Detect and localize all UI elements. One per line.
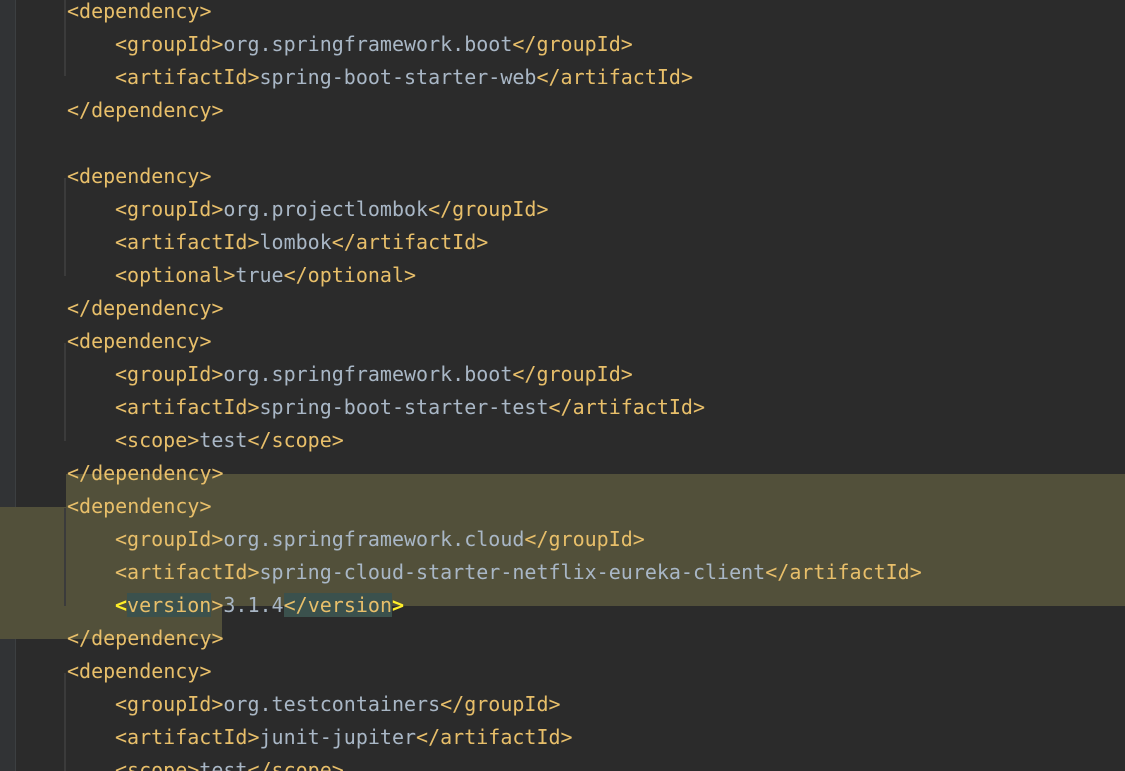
xml-open-tag: </dependency> bbox=[67, 296, 224, 320]
code-line[interactable]: <scope>test</scope> bbox=[115, 424, 344, 457]
xml-text-value: 3.1.4 bbox=[223, 593, 284, 617]
code-line[interactable]: <dependency> bbox=[67, 655, 212, 688]
xml-text-value: junit-jupiter bbox=[259, 725, 417, 749]
indent-guide bbox=[64, 343, 66, 441]
xml-open-tag: </dependency> bbox=[67, 461, 224, 485]
xml-text-value: spring-boot-starter-web bbox=[259, 65, 537, 89]
xml-close-tag: </scope> bbox=[247, 758, 344, 771]
xml-close-tag: </groupId> bbox=[524, 527, 645, 551]
xml-close-tag: </groupId> bbox=[428, 197, 549, 221]
xml-close-tag: </groupId> bbox=[512, 32, 633, 56]
code-line[interactable]: <groupId>org.springframework.boot</group… bbox=[115, 28, 633, 61]
code-line[interactable]: <version>3.1.4</version> bbox=[115, 589, 404, 622]
xml-open-tag: <dependency> bbox=[67, 0, 212, 23]
xml-open-tag: <artifactId> bbox=[115, 230, 260, 254]
code-line[interactable]: <optional>true</optional> bbox=[115, 259, 416, 292]
xml-open-tag: <groupId> bbox=[115, 197, 224, 221]
xml-open-tag: </dependency> bbox=[67, 626, 224, 650]
code-line[interactable]: <artifactId>junit-jupiter</artifactId> bbox=[115, 721, 573, 754]
xml-open-tag: <dependency> bbox=[67, 329, 212, 353]
xml-open-tag: <artifactId> bbox=[115, 725, 260, 749]
xml-open-tag: <dependency> bbox=[67, 494, 212, 518]
xml-open-tag: <groupId> bbox=[115, 362, 224, 386]
editor-gutter[interactable] bbox=[0, 0, 16, 771]
indent-guide bbox=[64, 673, 66, 771]
xml-open-tag: <version> bbox=[115, 593, 224, 617]
xml-open-tag: <scope> bbox=[115, 758, 200, 771]
indent-guide bbox=[64, 178, 66, 276]
xml-text-value: org.testcontainers bbox=[223, 692, 441, 716]
indent-guide bbox=[64, 0, 66, 76]
xml-close-tag: </artifactId> bbox=[536, 65, 693, 89]
code-line[interactable]: <artifactId>spring-boot-starter-web</art… bbox=[115, 61, 693, 94]
code-line[interactable]: <dependency> bbox=[67, 325, 212, 358]
code-editor[interactable]: <dependency> <groupId>org.springframework… bbox=[0, 0, 1125, 771]
code-line[interactable]: <scope>test</scope> bbox=[115, 754, 344, 771]
xml-open-tag: <optional> bbox=[115, 263, 236, 287]
xml-close-tag: </scope> bbox=[247, 428, 344, 452]
xml-text-value: lombok bbox=[259, 230, 332, 254]
xml-open-tag: <groupId> bbox=[115, 527, 224, 551]
xml-open-tag: <artifactId> bbox=[115, 560, 260, 584]
xml-open-tag: <groupId> bbox=[115, 32, 224, 56]
xml-text-value: org.springframework.cloud bbox=[223, 527, 525, 551]
xml-close-tag: </artifactId> bbox=[765, 560, 922, 584]
xml-open-tag: <scope> bbox=[115, 428, 200, 452]
xml-text-value: spring-cloud-starter-netflix-eureka-clie… bbox=[259, 560, 766, 584]
code-line[interactable]: <dependency> bbox=[67, 0, 212, 28]
xml-open-tag: </dependency> bbox=[67, 98, 224, 122]
code-line[interactable]: </dependency> bbox=[67, 292, 224, 325]
code-line[interactable]: </dependency> bbox=[67, 94, 224, 127]
code-line[interactable]: <artifactId>spring-cloud-starter-netflix… bbox=[115, 556, 922, 589]
xml-open-tag: <artifactId> bbox=[115, 65, 260, 89]
code-line[interactable]: <artifactId>lombok</artifactId> bbox=[115, 226, 488, 259]
xml-close-tag: </version> bbox=[283, 593, 405, 617]
code-line[interactable]: <groupId>org.springframework.boot</group… bbox=[115, 358, 633, 391]
xml-text-value: org.springframework.boot bbox=[223, 32, 513, 56]
selection-highlight bbox=[66, 474, 1125, 507]
xml-close-tag: </artifactId> bbox=[331, 230, 489, 254]
code-line[interactable]: <dependency> bbox=[67, 160, 212, 193]
xml-text-value: test bbox=[199, 428, 248, 452]
xml-close-tag: </groupId> bbox=[440, 692, 561, 716]
xml-open-tag: <dependency> bbox=[67, 659, 212, 683]
code-line[interactable]: <artifactId>spring-boot-starter-test</ar… bbox=[115, 391, 705, 424]
indent-guide bbox=[64, 508, 66, 606]
code-line[interactable]: <groupId>org.projectlombok</groupId> bbox=[115, 193, 549, 226]
code-line[interactable]: <dependency> bbox=[67, 490, 212, 523]
xml-text-value: test bbox=[199, 758, 248, 771]
xml-text-value: true bbox=[235, 263, 284, 287]
xml-close-tag: </artifactId> bbox=[416, 725, 573, 749]
xml-close-tag: </groupId> bbox=[512, 362, 633, 386]
code-line[interactable]: <groupId>org.springframework.cloud</grou… bbox=[115, 523, 645, 556]
xml-text-value: org.springframework.boot bbox=[223, 362, 513, 386]
xml-close-tag: </optional> bbox=[283, 263, 417, 287]
xml-text-value: org.projectlombok bbox=[223, 197, 429, 221]
xml-open-tag: <groupId> bbox=[115, 692, 224, 716]
code-line[interactable]: <groupId>org.testcontainers</groupId> bbox=[115, 688, 561, 721]
xml-close-tag: </artifactId> bbox=[548, 395, 706, 419]
xml-text-value: spring-boot-starter-test bbox=[259, 395, 549, 419]
xml-open-tag: <artifactId> bbox=[115, 395, 260, 419]
xml-open-tag: <dependency> bbox=[67, 164, 212, 188]
code-line[interactable]: </dependency> bbox=[67, 622, 224, 655]
code-line[interactable]: </dependency> bbox=[67, 457, 224, 490]
